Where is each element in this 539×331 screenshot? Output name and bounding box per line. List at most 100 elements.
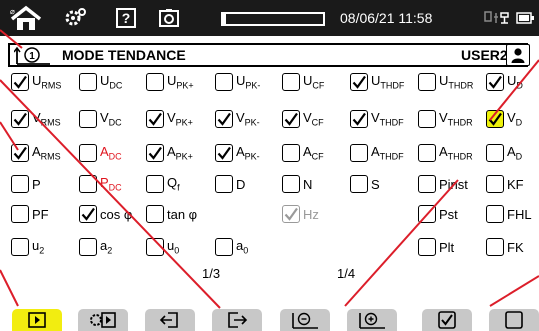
fkey-increase-period[interactable] <box>347 309 397 331</box>
param-v-d[interactable]: VD <box>486 108 522 130</box>
param-u-thdr[interactable]: UTHDR <box>418 71 473 93</box>
param-pinst[interactable]: Pinst <box>418 173 468 195</box>
checkbox[interactable] <box>418 73 436 91</box>
param-n[interactable]: N <box>282 173 312 195</box>
checkbox[interactable] <box>11 110 29 128</box>
param-u-cf[interactable]: UCF <box>282 71 324 93</box>
param-q-f[interactable]: Qf <box>146 173 180 195</box>
param-u-pk+[interactable]: UPK+ <box>146 71 194 93</box>
checkbox[interactable] <box>418 144 436 162</box>
checkbox[interactable] <box>282 73 300 91</box>
checkbox[interactable] <box>486 73 504 91</box>
fkey-save-config[interactable] <box>212 309 262 331</box>
param-a-cf[interactable]: ACF <box>282 142 324 164</box>
param-u-pk-[interactable]: UPK- <box>215 71 260 93</box>
checkbox[interactable] <box>418 238 436 256</box>
checkbox[interactable] <box>11 144 29 162</box>
param-p-dc[interactable]: PDC <box>79 173 122 195</box>
checkbox[interactable] <box>418 205 436 223</box>
checkbox[interactable] <box>350 175 368 193</box>
home-icon[interactable]: ⌀ <box>2 4 50 32</box>
param-u-d[interactable]: UD <box>486 71 523 93</box>
checkbox[interactable] <box>215 175 233 193</box>
param-cos[interactable]: cos φ <box>79 203 132 225</box>
fkey-select-all[interactable] <box>422 309 472 331</box>
param-a-pk-[interactable]: APK- <box>215 142 260 164</box>
checkbox[interactable] <box>486 205 504 223</box>
param-u-dc[interactable]: UDC <box>79 71 122 93</box>
checkbox[interactable] <box>350 144 368 162</box>
param-a-0[interactable]: a0 <box>215 236 248 258</box>
param-a-dc[interactable]: ADC <box>79 142 122 164</box>
param-kf[interactable]: KF <box>486 173 524 195</box>
param-v-cf[interactable]: VCF <box>282 108 324 130</box>
param-v-pk+[interactable]: VPK+ <box>146 108 193 130</box>
param-u-0[interactable]: u0 <box>146 236 179 258</box>
fkey-start-recording[interactable] <box>12 309 62 331</box>
param-fhl[interactable]: FHL <box>486 203 532 225</box>
param-pst[interactable]: Pst <box>418 203 458 225</box>
checkbox[interactable] <box>146 238 164 256</box>
checkbox[interactable] <box>215 144 233 162</box>
param-v-rms[interactable]: VRMS <box>11 108 61 130</box>
param-pf[interactable]: PF <box>11 203 49 225</box>
checkbox[interactable] <box>418 110 436 128</box>
param-fk[interactable]: FK <box>486 236 524 258</box>
fkey-decrease-period[interactable] <box>280 309 330 331</box>
param-v-pk-[interactable]: VPK- <box>215 108 260 130</box>
param-u-2[interactable]: u2 <box>11 236 44 258</box>
checkbox[interactable] <box>350 73 368 91</box>
param-v-thdf[interactable]: VTHDF <box>350 108 404 130</box>
param-s[interactable]: S <box>350 173 380 195</box>
param-a-d[interactable]: AD <box>486 142 522 164</box>
checkbox[interactable] <box>282 144 300 162</box>
checkbox[interactable] <box>486 110 504 128</box>
checkbox[interactable] <box>350 110 368 128</box>
param-a-2[interactable]: a2 <box>79 236 112 258</box>
param-a-thdf[interactable]: ATHDF <box>350 142 404 164</box>
param-a-rms[interactable]: ARMS <box>11 142 61 164</box>
param-tan[interactable]: tan φ <box>146 203 197 225</box>
checkbox[interactable] <box>79 144 97 162</box>
checkbox[interactable] <box>486 175 504 193</box>
checkbox[interactable] <box>146 73 164 91</box>
checkbox[interactable] <box>79 73 97 91</box>
help-icon[interactable]: ? <box>113 4 139 32</box>
param-d[interactable]: D <box>215 173 245 195</box>
param-a-thdr[interactable]: ATHDR <box>418 142 473 164</box>
checkbox[interactable] <box>146 144 164 162</box>
checkbox[interactable] <box>146 110 164 128</box>
settings-icon[interactable] <box>60 4 90 32</box>
checkbox[interactable] <box>418 175 436 193</box>
checkbox[interactable] <box>11 175 29 193</box>
fkey-scheduled-recording[interactable] <box>78 309 128 331</box>
camera-icon[interactable] <box>156 4 182 32</box>
fkey-load-config[interactable] <box>145 309 195 331</box>
recording-progress-fill <box>223 14 226 24</box>
param-p[interactable]: P <box>11 173 41 195</box>
checkbox[interactable] <box>11 205 29 223</box>
checkbox[interactable] <box>79 110 97 128</box>
checkbox[interactable] <box>282 110 300 128</box>
checkbox[interactable] <box>282 175 300 193</box>
checkbox[interactable] <box>215 238 233 256</box>
checkbox[interactable] <box>79 205 97 223</box>
checkbox[interactable] <box>215 110 233 128</box>
param-u-rms[interactable]: URMS <box>11 71 61 93</box>
checkbox[interactable] <box>79 238 97 256</box>
user-profile-button[interactable] <box>506 44 530 66</box>
checkbox[interactable] <box>79 175 97 193</box>
checkbox[interactable] <box>11 238 29 256</box>
param-v-dc[interactable]: VDC <box>79 108 122 130</box>
fkey-deselect-all[interactable] <box>489 309 539 331</box>
param-v-thdr[interactable]: VTHDR <box>418 108 473 130</box>
checkbox[interactable] <box>486 238 504 256</box>
checkbox[interactable] <box>146 175 164 193</box>
checkbox[interactable] <box>215 73 233 91</box>
param-u-thdf[interactable]: UTHDF <box>350 71 404 93</box>
checkbox[interactable] <box>486 144 504 162</box>
param-a-pk+[interactable]: APK+ <box>146 142 193 164</box>
checkbox[interactable] <box>146 205 164 223</box>
checkbox[interactable] <box>11 73 29 91</box>
param-plt[interactable]: Plt <box>418 236 454 258</box>
